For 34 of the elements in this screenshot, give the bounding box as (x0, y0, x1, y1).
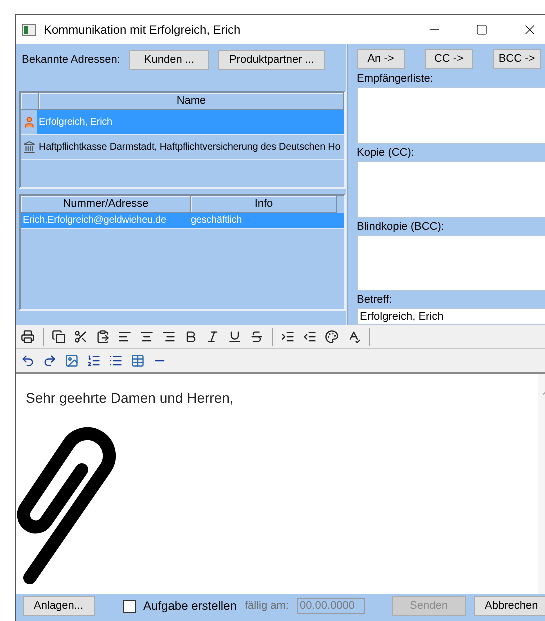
building-icon (22, 140, 36, 154)
field-label: Betreff: (357, 294, 394, 306)
due-date-label: fällig am: (244, 600, 289, 612)
field-label: Empfängerliste: (357, 73, 434, 85)
column-header[interactable]: Name (39, 93, 344, 110)
print-icon[interactable] (19, 328, 37, 346)
recipient-button[interactable]: An -> (357, 49, 405, 69)
address-source-button[interactable]: Produktpartner ... (218, 50, 326, 70)
task-label: Aufgabe erstellen (144, 599, 237, 613)
info-cell-text: geschäftlich (190, 215, 244, 226)
known-addresses-label: Bekannte Adressen: (22, 54, 120, 66)
contact-row[interactable]: Haftpflichtkasse Darmstadt, Haftpflichtversicherung des Deutschen Ho (21, 135, 344, 160)
recipient-button[interactable]: CC -> (425, 49, 473, 69)
task-checkbox[interactable] (122, 600, 136, 612)
column-header[interactable]: Nummer/Adresse (21, 196, 191, 213)
maximize-icon[interactable] (476, 24, 488, 36)
field-label: Blindkopie (BCC): (357, 220, 446, 233)
recipient-button[interactable]: BCC -> (493, 49, 541, 69)
message-editor[interactable]: Sehr geehrte Damen und Herren, (16, 372, 545, 594)
text-color-icon[interactable] (323, 328, 341, 346)
copy-icon[interactable] (50, 328, 68, 346)
address-cell-text: Erich.Erfolgreich@geldwieheu.de (22, 215, 168, 226)
message-text: Sehr geehrte Damen und Herren, (25, 389, 234, 406)
address-source-button[interactable]: Kunden ... (129, 50, 210, 70)
window-title: Kommunikation mit Erfolgreich, Erich (44, 22, 242, 36)
contact-name: Erfolgreich, Erich (38, 116, 114, 128)
cancel-button[interactable]: Abbrechen (474, 596, 545, 616)
window-icon (22, 24, 36, 36)
person-icon (22, 116, 36, 128)
contact-name: Haftpflichtkasse Darmstadt, Haftpflichtversicherung des Deutschen Ho (38, 142, 342, 152)
subject-field[interactable]: Erfolgreich, Erich (357, 308, 545, 326)
attachments-button[interactable]: Anlagen... (23, 596, 95, 616)
column-header[interactable]: Info (191, 196, 337, 213)
field-label: Kopie (CC): (357, 146, 416, 159)
